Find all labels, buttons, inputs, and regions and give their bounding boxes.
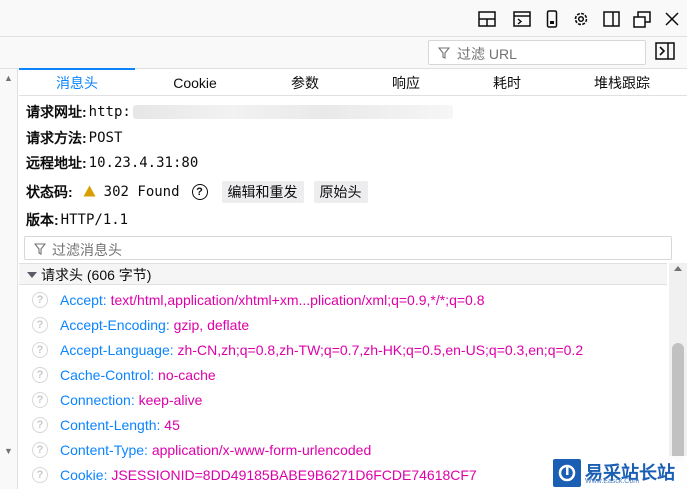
watermark-logo-icon bbox=[553, 458, 581, 487]
method-label: 请求方法: bbox=[26, 130, 87, 146]
redacted-url bbox=[132, 105, 453, 119]
tab-response[interactable]: 响应 bbox=[355, 69, 457, 96]
help-icon[interactable]: ? bbox=[32, 366, 48, 383]
header-row[interactable]: ? Cache-Control: no-cache bbox=[19, 362, 667, 387]
help-icon[interactable]: ? bbox=[32, 316, 48, 333]
scroll-down-icon[interactable]: ▼ bbox=[4, 446, 13, 456]
detail-tabs: 消息头 Cookie 参数 响应 耗时 堆栈跟踪 bbox=[19, 69, 687, 96]
header-name: Content-Length: 45 bbox=[60, 416, 180, 433]
header-value: JSESSIONID=8DD49185BABE9B6271D6FCDE74618… bbox=[111, 466, 477, 483]
scroll-up-icon[interactable]: ▲ bbox=[4, 73, 13, 83]
filter-url-placeholder: 过滤 URL bbox=[457, 46, 517, 62]
edit-resend-button[interactable]: 编辑和重发 bbox=[221, 181, 304, 203]
version-value[interactable]: HTTP/1.1 bbox=[61, 212, 128, 228]
header-value: no-cache bbox=[158, 366, 216, 383]
status-label: 状态码: bbox=[26, 184, 73, 200]
header-value: 45 bbox=[164, 416, 180, 433]
tab-stack-trace[interactable]: 堆栈跟踪 bbox=[557, 69, 687, 96]
filter-headers-placeholder: 过滤消息头 bbox=[52, 242, 122, 258]
console-icon[interactable] bbox=[512, 9, 532, 29]
header-name: Content-Type: application/x-www-form-url… bbox=[60, 441, 372, 458]
header-name: Accept-Encoding: gzip, deflate bbox=[60, 316, 250, 333]
version-label: 版本: bbox=[26, 212, 59, 228]
header-row[interactable]: ? Accept-Encoding: gzip, deflate bbox=[19, 312, 667, 337]
url-label: 请求网址: bbox=[26, 104, 87, 120]
url-value[interactable]: http: bbox=[89, 104, 131, 120]
toggle-panel-icon[interactable] bbox=[655, 42, 677, 62]
remote-value[interactable]: 10.23.4.31:80 bbox=[89, 155, 199, 171]
help-icon[interactable]: ? bbox=[32, 416, 48, 433]
header-value: zh-CN,zh;q=0.8,zh-TW;q=0.7,zh-HK;q=0.5,e… bbox=[177, 341, 584, 358]
header-row[interactable]: ? Connection: keep-alive bbox=[19, 387, 667, 412]
scrollbar-thumb[interactable] bbox=[672, 343, 684, 461]
help-icon[interactable]: ? bbox=[32, 341, 48, 358]
scroll-up-icon[interactable] bbox=[674, 266, 682, 271]
tab-cookie[interactable]: Cookie bbox=[135, 69, 255, 96]
filter-url-input[interactable]: 过滤 URL bbox=[428, 40, 646, 65]
responsive-icon[interactable] bbox=[542, 9, 562, 29]
devtools-toolbar bbox=[0, 0, 687, 37]
settings-icon[interactable] bbox=[571, 9, 591, 29]
help-icon[interactable]: ? bbox=[32, 291, 48, 308]
header-value: gzip, deflate bbox=[173, 316, 250, 333]
header-row[interactable]: ? Accept: text/html,application/xhtml+xm… bbox=[19, 287, 667, 312]
header-value: text/html,application/xhtml+xm...plicati… bbox=[110, 291, 485, 308]
request-headers-section-toggle[interactable]: 请求头 (606 字节) bbox=[19, 263, 667, 285]
version-row: 版本: HTTP/1.1 bbox=[26, 209, 128, 231]
header-name: Accept-Language: zh-CN,zh;q=0.8,zh-TW;q=… bbox=[60, 341, 584, 358]
request-headers-title: 请求头 (606 字节) bbox=[41, 267, 152, 283]
header-value: application/x-www-form-urlencoded bbox=[151, 441, 372, 458]
close-icon[interactable] bbox=[662, 9, 682, 29]
header-name: Accept: text/html,application/xhtml+xm..… bbox=[60, 291, 485, 308]
header-name: Cache-Control: no-cache bbox=[60, 366, 216, 383]
help-icon[interactable]: ? bbox=[191, 184, 208, 200]
help-icon[interactable]: ? bbox=[32, 441, 48, 458]
filter-headers-input[interactable]: 过滤消息头 bbox=[24, 236, 672, 260]
header-name: Connection: keep-alive bbox=[60, 391, 203, 408]
layout-icon[interactable] bbox=[477, 9, 497, 29]
active-tab-indicator bbox=[19, 68, 135, 70]
watermark-subtext: Www.Easck.Com bbox=[585, 478, 640, 485]
request-url-row: 请求网址: http: bbox=[26, 101, 453, 123]
expand-twisty-icon[interactable] bbox=[27, 272, 37, 278]
warning-icon bbox=[83, 184, 96, 200]
network-filter-bar: 过滤 URL bbox=[0, 37, 687, 69]
site-watermark: 易采站长站 Www.Easck.Com bbox=[551, 456, 687, 489]
filter-icon bbox=[437, 46, 451, 62]
status-row: 状态码: 302 Found ? 编辑和重发 原始头 bbox=[26, 181, 368, 203]
help-icon[interactable]: ? bbox=[32, 391, 48, 408]
method-value[interactable]: POST bbox=[89, 130, 123, 146]
raw-headers-button[interactable]: 原始头 bbox=[313, 181, 368, 203]
header-name: Cookie: JSESSIONID=8DD49185BABE9B6271D6F… bbox=[60, 466, 477, 483]
status-value[interactable]: 302 Found bbox=[104, 184, 180, 200]
popout-icon[interactable] bbox=[632, 9, 652, 29]
dock-side-icon[interactable] bbox=[601, 9, 621, 29]
tab-headers[interactable]: 消息头 bbox=[19, 69, 135, 96]
remote-label: 远程地址: bbox=[26, 155, 87, 171]
header-value: keep-alive bbox=[138, 391, 203, 408]
header-row[interactable]: ? Accept-Language: zh-CN,zh;q=0.8,zh-TW;… bbox=[19, 337, 667, 362]
filter-icon bbox=[33, 242, 47, 258]
header-row[interactable]: ? Content-Length: 45 bbox=[19, 412, 667, 437]
tab-timings[interactable]: 耗时 bbox=[457, 69, 557, 96]
tab-params[interactable]: 参数 bbox=[255, 69, 355, 96]
left-scrollbar[interactable]: ▲ ▼ bbox=[0, 69, 18, 489]
remote-address-row: 远程地址: 10.23.4.31:80 bbox=[26, 152, 198, 174]
request-method-row: 请求方法: POST bbox=[26, 127, 122, 149]
help-icon[interactable]: ? bbox=[32, 466, 48, 483]
